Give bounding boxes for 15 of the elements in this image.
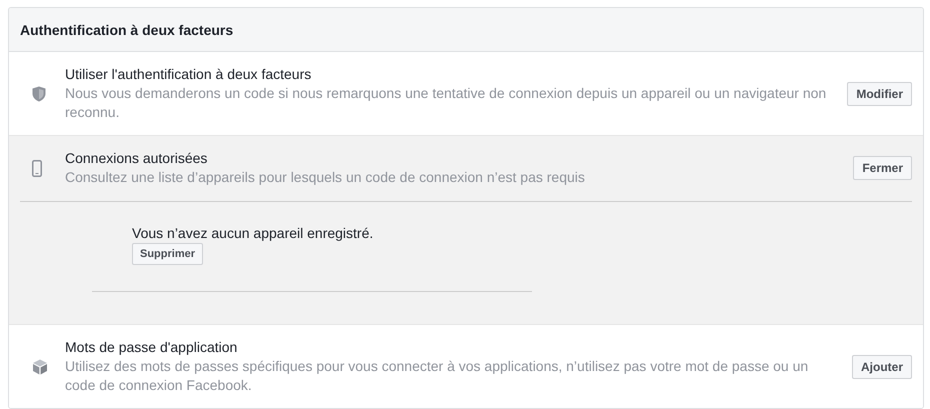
panel-title: Authentification à deux facteurs [20,22,234,38]
cube-icon [32,358,48,374]
delete-button[interactable]: Supprimer [132,243,204,265]
empty-message: Vous n’avez aucun appareil enregistré. [132,224,374,242]
section-description: Consultez une liste d’appareils pour lesquels un code de connexion n’est pas requis [65,168,586,187]
shield-icon [32,86,46,102]
section-description: Nous vous demanderons un code si nous remarquons une tentative de connexion depuis un appareil ou un navigateur non reconnu. [65,84,828,122]
section-title: Utiliser l'authentification à deux facteurs [65,65,312,84]
section-title: Connexions autorisées [65,149,208,168]
section-description: Utilisez des mots de passes spécifiques pour vous connecter à vos applications, n’utilisez pas votre mot de passe ou un code de connexion Facebook. [65,357,810,395]
section-button[interactable]: Modifier [847,82,912,106]
section-title: Mots de passe d'application [65,338,238,357]
section-button[interactable]: Fermer [853,156,912,180]
phone-icon [32,160,42,176]
section-button[interactable]: Ajouter [852,354,912,378]
